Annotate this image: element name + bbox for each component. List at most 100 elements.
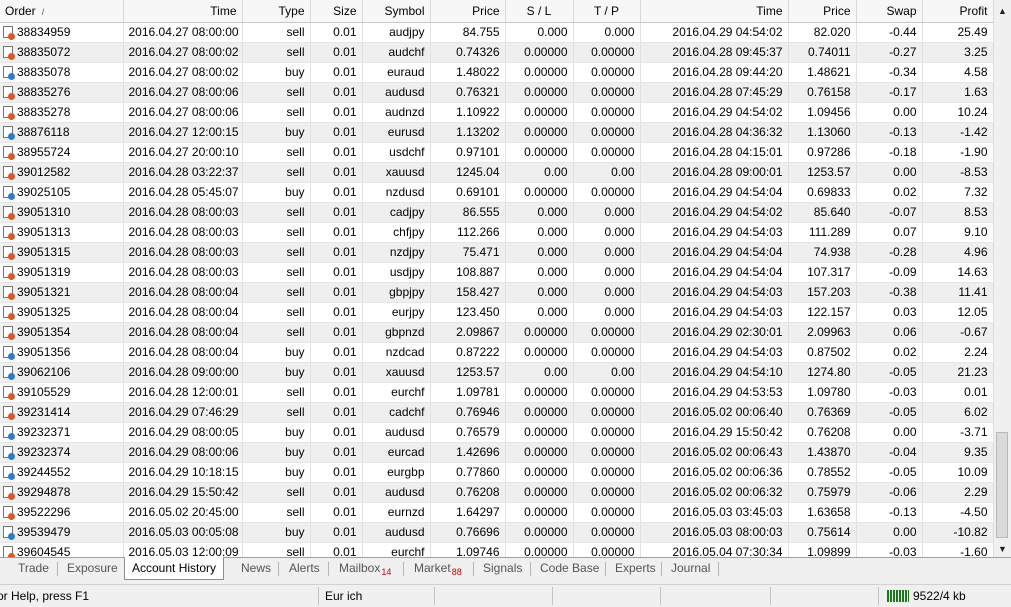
cell-tp: 0.000 — [573, 282, 641, 303]
sell-order-icon — [3, 26, 15, 40]
table-row[interactable]: 39294878 2016.04.29 15:50:42 sell 0.01 audus… — [0, 482, 993, 503]
cell-price: 0.77860 — [430, 462, 506, 483]
cell-sl: 0.00000 — [505, 122, 574, 143]
cell-profit: -0.67 — [922, 322, 993, 343]
cell-swap: -0.34 — [856, 62, 923, 83]
table-row[interactable]: 39522296 2016.05.02 20:45:00 sell 0.01 eurnz… — [0, 502, 993, 523]
cell-symbol: eurgbp — [362, 462, 431, 483]
tab-news[interactable]: News — [239, 559, 273, 579]
order-number: 39539479 — [17, 525, 71, 539]
cell-type: sell — [242, 502, 311, 523]
column-header-swap[interactable]: Swap — [856, 0, 923, 23]
cell-close-time: 2016.05.02 00:06:43 — [640, 442, 789, 463]
cell-order: 39294878 — [0, 482, 124, 503]
column-header-type[interactable]: Type — [242, 0, 311, 23]
tab-experts[interactable]: Experts — [613, 559, 658, 579]
table-row[interactable]: 39232371 2016.04.29 08:00:05 buy 0.01 audusd… — [0, 422, 993, 443]
tab-account-history[interactable]: Account History — [124, 557, 225, 580]
table-row[interactable]: 39051319 2016.04.28 08:00:03 sell 0.01 usdjp… — [0, 262, 993, 283]
sell-order-icon — [3, 246, 15, 260]
tab-trade[interactable]: Trade — [16, 559, 51, 579]
cell-close-time: 2016.04.29 04:54:02 — [640, 102, 789, 123]
tab-code-base[interactable]: Code Base — [538, 559, 601, 579]
order-number: 38835078 — [17, 65, 71, 79]
cell-tp: 0.00000 — [573, 522, 641, 543]
cell-time: 2016.04.28 08:00:04 — [123, 342, 243, 363]
cell-close-price: 1.09780 — [788, 382, 857, 403]
cell-type: sell — [242, 142, 311, 163]
table-row[interactable]: 38835278 2016.04.27 08:00:06 sell 0.01 audnz… — [0, 102, 993, 123]
cell-swap: 0.07 — [856, 222, 923, 243]
cell-size: 0.01 — [310, 302, 363, 323]
column-header-symbol[interactable]: Symbol — [362, 0, 431, 23]
cell-price: 0.76696 — [430, 522, 506, 543]
table-row[interactable]: 39062106 2016.04.28 09:00:00 buy 0.01 xauusd… — [0, 362, 993, 383]
cell-order: 38835072 — [0, 42, 124, 63]
tab-alerts[interactable]: Alerts — [287, 559, 322, 579]
cell-swap: -0.07 — [856, 202, 923, 223]
cell-close-price: 0.76158 — [788, 82, 857, 103]
table-row[interactable]: 39025105 2016.04.28 05:45:07 buy 0.01 nzdusd… — [0, 182, 993, 203]
scroll-down-button[interactable]: ▼ — [994, 539, 1011, 559]
table-row[interactable]: 38955724 2016.04.27 20:00:10 sell 0.01 usdch… — [0, 142, 993, 163]
cell-close-time: 2016.04.29 04:54:04 — [640, 242, 789, 263]
table-row[interactable]: 39539479 2016.05.03 00:05:08 buy 0.01 audusd… — [0, 522, 993, 543]
scrollbar-thumb[interactable] — [996, 432, 1008, 538]
tab-market[interactable]: Market88 — [412, 559, 464, 579]
cell-type: buy — [242, 422, 311, 443]
table-row[interactable]: 39051356 2016.04.28 08:00:04 buy 0.01 nzdcad… — [0, 342, 993, 363]
terminal-tab-bar: Trade Exposure Account History News Aler… — [0, 557, 1011, 580]
column-header-size[interactable]: Size — [310, 0, 363, 23]
table-row[interactable]: 39051325 2016.04.28 08:00:04 sell 0.01 eurjp… — [0, 302, 993, 323]
column-header-price[interactable]: Price — [430, 0, 506, 23]
cell-close-time: 2016.04.29 04:53:53 — [640, 382, 789, 403]
table-row[interactable]: 39231414 2016.04.29 07:46:29 sell 0.01 cadch… — [0, 402, 993, 423]
table-row[interactable]: 38835072 2016.04.27 08:00:02 sell 0.01 audch… — [0, 42, 993, 63]
tab-journal[interactable]: Journal — [669, 559, 712, 579]
cell-size: 0.01 — [310, 422, 363, 443]
column-header-tp[interactable]: T / P — [573, 0, 641, 23]
tab-signals[interactable]: Signals — [481, 559, 524, 579]
column-header-close-time[interactable]: Time — [640, 0, 789, 23]
column-header-time[interactable]: Time — [123, 0, 243, 23]
table-row[interactable]: 39051310 2016.04.28 08:00:03 sell 0.01 cadjp… — [0, 202, 993, 223]
table-row[interactable]: 38835276 2016.04.27 08:00:06 sell 0.01 audus… — [0, 82, 993, 103]
table-row[interactable]: 39051354 2016.04.28 08:00:04 sell 0.01 gbpnz… — [0, 322, 993, 343]
table-row[interactable]: 39051315 2016.04.28 08:00:03 sell 0.01 nzdjp… — [0, 242, 993, 263]
column-header-profit[interactable]: Profit — [922, 0, 993, 23]
column-header-close-price[interactable]: Price — [788, 0, 857, 23]
cell-time: 2016.04.28 08:00:03 — [123, 242, 243, 263]
cell-size: 0.01 — [310, 262, 363, 283]
cell-sl: 0.00000 — [505, 322, 574, 343]
table-row[interactable]: 38876118 2016.04.27 12:00:15 buy 0.01 eurusd… — [0, 122, 993, 143]
tab-mailbox[interactable]: Mailbox14 — [337, 559, 393, 579]
cell-order: 39051310 — [0, 202, 124, 223]
sell-order-icon — [3, 266, 15, 280]
table-row[interactable]: 38835078 2016.04.27 08:00:02 buy 0.01 euraud… — [0, 62, 993, 83]
column-header-sl[interactable]: S / L — [505, 0, 574, 23]
table-row[interactable]: 38834959 2016.04.27 08:00:00 sell 0.01 audjp… — [0, 22, 993, 43]
cell-size: 0.01 — [310, 42, 363, 63]
cell-order: 39244552 — [0, 462, 124, 483]
cell-profit: 9.10 — [922, 222, 993, 243]
table-row[interactable]: 39232374 2016.04.29 08:00:06 buy 0.01 eurcad… — [0, 442, 993, 463]
order-number: 39051356 — [17, 345, 71, 359]
cell-profit: 3.25 — [922, 42, 993, 63]
cell-close-price: 1274.80 — [788, 362, 857, 383]
table-row[interactable]: 39051321 2016.04.28 08:00:04 sell 0.01 gbpjp… — [0, 282, 993, 303]
status-separator — [878, 587, 879, 605]
cell-time: 2016.04.29 08:00:06 — [123, 442, 243, 463]
table-row[interactable]: 39244552 2016.04.29 10:18:15 buy 0.01 eurgbp… — [0, 462, 993, 483]
cell-tp: 0.00000 — [573, 102, 641, 123]
scroll-up-button[interactable]: ▲ — [994, 1, 1011, 21]
tab-separator — [57, 562, 58, 576]
order-number: 39105529 — [17, 385, 71, 399]
cell-sl: 0.000 — [505, 22, 574, 43]
column-header-order[interactable]: Order / — [0, 0, 124, 23]
table-row[interactable]: 39051313 2016.04.28 08:00:03 sell 0.01 chfjp… — [0, 222, 993, 243]
table-row[interactable]: 39012582 2016.04.28 03:22:37 sell 0.01 xauus… — [0, 162, 993, 183]
vertical-scrollbar[interactable]: ▲ ▼ — [993, 0, 1011, 560]
table-row[interactable]: 39105529 2016.04.28 12:00:01 sell 0.01 eurch… — [0, 382, 993, 403]
tab-exposure[interactable]: Exposure — [65, 559, 120, 579]
status-profile[interactable]: Eur ich — [325, 585, 430, 607]
